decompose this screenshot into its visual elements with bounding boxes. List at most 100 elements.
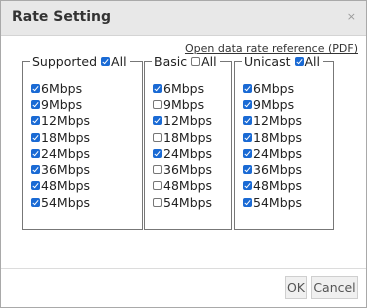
unicast-legend: Unicast All [235, 53, 333, 69]
legend-border [23, 60, 30, 62]
supported-all-label[interactable]: All [111, 54, 127, 69]
rate-option[interactable]: 54Mbps [243, 194, 302, 210]
rate-checkbox[interactable] [153, 83, 162, 93]
rate-option[interactable]: 54Mbps [31, 194, 90, 210]
basic-all-label[interactable]: All [201, 54, 217, 69]
rate-label: 9Mbps [41, 96, 83, 112]
rate-option[interactable]: 12Mbps [31, 113, 90, 129]
basic-rate-list: 6Mbps 9Mbps 12Mbps 18Mbps 24Mbps 36Mbps 48Mbps… [153, 80, 212, 210]
rate-option[interactable]: 9Mbps [31, 96, 90, 112]
rate-checkbox[interactable] [31, 99, 40, 109]
rate-label: 9Mbps [253, 96, 295, 112]
rate-checkbox[interactable] [153, 116, 162, 126]
rate-option[interactable]: 54Mbps [153, 194, 212, 210]
legend-border [235, 60, 242, 62]
rate-checkbox[interactable] [153, 132, 162, 142]
rate-option[interactable]: 48Mbps [153, 178, 212, 194]
rate-option[interactable]: 24Mbps [153, 145, 212, 161]
rate-label: 6Mbps [253, 80, 295, 96]
rate-label: 24Mbps [253, 145, 303, 161]
rate-checkbox[interactable] [243, 132, 252, 142]
rate-option[interactable]: 6Mbps [31, 80, 90, 96]
basic-all-checkbox[interactable] [191, 56, 201, 66]
rate-option[interactable]: 48Mbps [243, 178, 302, 194]
ok-button[interactable]: OK [285, 276, 307, 299]
rate-option[interactable]: 6Mbps [153, 80, 212, 96]
rate-label: 48Mbps [253, 178, 303, 194]
rate-label: 54Mbps [253, 194, 303, 210]
rate-checkbox[interactable] [31, 148, 40, 158]
rate-checkbox[interactable] [153, 99, 162, 109]
rate-option[interactable]: 12Mbps [243, 113, 302, 129]
unicast-group-label: Unicast [244, 53, 291, 69]
supported-legend: Supported All [23, 53, 142, 69]
rate-option[interactable]: 9Mbps [153, 96, 212, 112]
rate-checkbox[interactable] [243, 181, 252, 191]
rate-checkbox[interactable] [31, 165, 40, 175]
rate-checkbox[interactable] [153, 181, 162, 191]
rate-checkbox[interactable] [153, 148, 162, 158]
dialog-title: Rate Setting [12, 9, 112, 25]
rate-label: 6Mbps [163, 80, 205, 96]
rate-option[interactable]: 36Mbps [31, 161, 90, 177]
rate-checkbox[interactable] [31, 116, 40, 126]
rate-checkbox[interactable] [31, 181, 40, 191]
rate-option[interactable]: 6Mbps [243, 80, 302, 96]
rate-label: 24Mbps [41, 145, 91, 161]
basic-group-label: Basic [154, 53, 188, 69]
legend-border [323, 60, 333, 62]
basic-legend: Basic All [145, 53, 231, 69]
rate-label: 36Mbps [41, 162, 91, 178]
rate-label: 9Mbps [163, 96, 205, 112]
rate-checkbox[interactable] [243, 197, 252, 207]
rate-label: 12Mbps [41, 113, 91, 129]
rate-checkbox[interactable] [31, 197, 40, 207]
supported-rates-group: Supported All 6Mbps 9Mbps 12Mbps 18Mbps 24Mbps… [22, 54, 143, 230]
rate-option[interactable]: 18Mbps [243, 129, 302, 145]
supported-all-checkbox[interactable] [101, 56, 111, 66]
rate-label: 54Mbps [41, 194, 91, 210]
rate-option[interactable]: 36Mbps [153, 161, 212, 177]
footer-divider [1, 268, 366, 269]
rate-label: 48Mbps [163, 178, 213, 194]
dialog-titlebar: Rate Setting × [1, 1, 366, 36]
rate-checkbox[interactable] [31, 132, 40, 142]
rate-checkbox[interactable] [243, 99, 252, 109]
close-icon[interactable]: × [347, 10, 356, 23]
rate-option[interactable]: 9Mbps [243, 96, 302, 112]
rate-label: 36Mbps [163, 162, 213, 178]
unicast-all-label[interactable]: All [305, 54, 321, 69]
unicast-rate-list: 6Mbps 9Mbps 12Mbps 18Mbps 24Mbps 36Mbps 48Mbps… [243, 80, 302, 210]
legend-border [219, 60, 231, 62]
rate-option[interactable]: 18Mbps [31, 129, 90, 145]
rate-option[interactable]: 36Mbps [243, 161, 302, 177]
rate-setting-dialog: Rate Setting × Open data rate reference … [0, 0, 367, 308]
rate-label: 12Mbps [163, 113, 213, 129]
rate-option[interactable]: 24Mbps [31, 145, 90, 161]
rate-label: 54Mbps [163, 194, 213, 210]
rate-option[interactable]: 18Mbps [153, 129, 212, 145]
legend-border [145, 60, 152, 62]
cancel-button[interactable]: Cancel [311, 276, 358, 299]
rate-label: 18Mbps [163, 129, 213, 145]
rate-label: 48Mbps [41, 178, 91, 194]
rate-checkbox[interactable] [243, 83, 252, 93]
supported-rate-list: 6Mbps 9Mbps 12Mbps 18Mbps 24Mbps 36Mbps 48Mbps… [31, 80, 90, 210]
rate-option[interactable]: 12Mbps [153, 113, 212, 129]
rate-label: 6Mbps [41, 80, 83, 96]
unicast-all-checkbox[interactable] [294, 56, 304, 66]
rate-checkbox[interactable] [153, 197, 162, 207]
rate-checkbox[interactable] [243, 148, 252, 158]
rate-checkbox[interactable] [153, 165, 162, 175]
rate-checkbox[interactable] [31, 83, 40, 93]
rate-option[interactable]: 48Mbps [31, 178, 90, 194]
supported-group-label: Supported [32, 53, 98, 69]
rate-label: 24Mbps [163, 145, 213, 161]
rate-label: 12Mbps [253, 113, 303, 129]
rate-label: 18Mbps [41, 129, 91, 145]
rate-checkbox[interactable] [243, 116, 252, 126]
rate-option[interactable]: 24Mbps [243, 145, 302, 161]
rate-checkbox[interactable] [243, 165, 252, 175]
rate-label: 18Mbps [253, 129, 303, 145]
legend-border [129, 60, 142, 62]
